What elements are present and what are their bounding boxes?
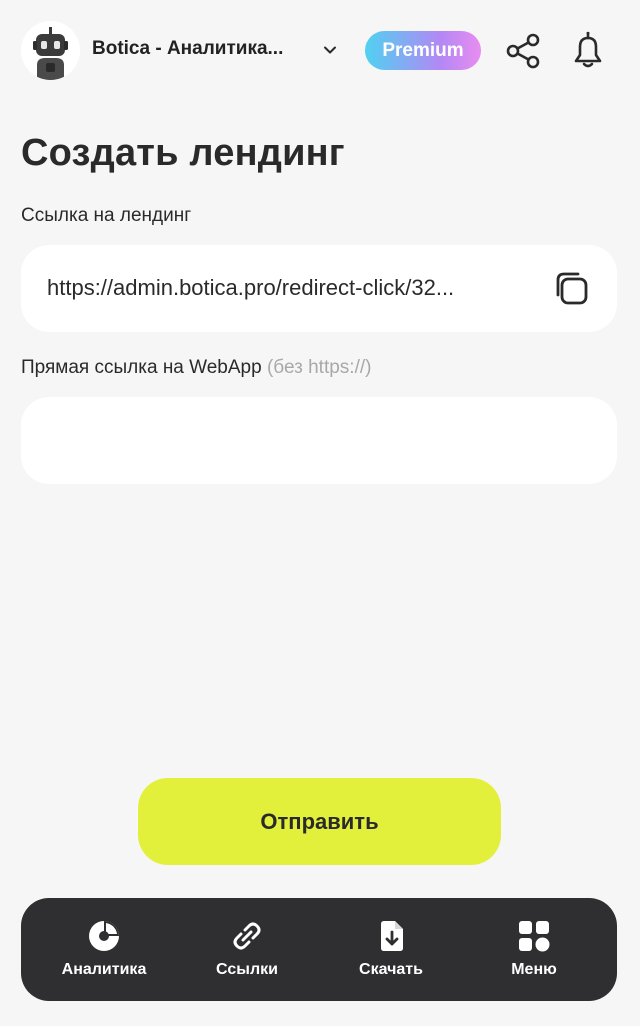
- landing-link-label: Ссылка на лендинг: [21, 205, 192, 226]
- copy-icon[interactable]: [554, 271, 590, 307]
- submit-button[interactable]: Отправить: [138, 778, 501, 865]
- webapp-link-hint: (без https://): [266, 357, 372, 378]
- bottom-nav: Аналитика Ссылки Скачать Меню: [21, 898, 617, 1001]
- page-title: Создать лендинг: [21, 132, 345, 174]
- nav-item-links[interactable]: Ссылки: [177, 898, 317, 1001]
- nav-label-links: Ссылки: [216, 961, 278, 978]
- grid-menu-icon: [519, 921, 550, 952]
- download-file-icon: [381, 921, 403, 951]
- bell-icon[interactable]: [569, 30, 607, 70]
- header: Botica - Аналитика... Premium: [0, 0, 640, 100]
- nav-item-download[interactable]: Скачать: [321, 898, 461, 1001]
- link-icon: [233, 922, 261, 950]
- landing-link-field[interactable]: https://admin.botica.pro/redirect-click/…: [21, 245, 617, 332]
- landing-link-value[interactable]: https://admin.botica.pro/redirect-click/…: [47, 275, 517, 301]
- nav-item-menu[interactable]: Меню: [464, 898, 604, 1001]
- robot-avatar-icon: [21, 21, 80, 80]
- nav-label-analytics: Аналитика: [61, 961, 147, 978]
- webapp-link-label-text: Прямая ссылка на WebApp: [21, 357, 262, 378]
- nav-label-download: Скачать: [359, 961, 423, 978]
- webapp-link-label: Прямая ссылка на WebApp (без https://): [21, 357, 371, 379]
- share-icon[interactable]: [504, 32, 542, 70]
- pie-chart-icon: [89, 921, 119, 951]
- premium-button[interactable]: Premium: [365, 31, 481, 70]
- chevron-down-icon[interactable]: [320, 40, 340, 60]
- webapp-link-input[interactable]: [21, 397, 617, 484]
- app-title[interactable]: Botica - Аналитика...: [92, 38, 307, 60]
- webapp-link-field: [21, 397, 617, 484]
- nav-label-menu: Меню: [511, 961, 557, 978]
- nav-item-analytics[interactable]: Аналитика: [34, 898, 174, 1001]
- page: Botica - Аналитика... Premium Создать ле…: [0, 0, 640, 1026]
- bot-avatar[interactable]: [21, 21, 80, 80]
